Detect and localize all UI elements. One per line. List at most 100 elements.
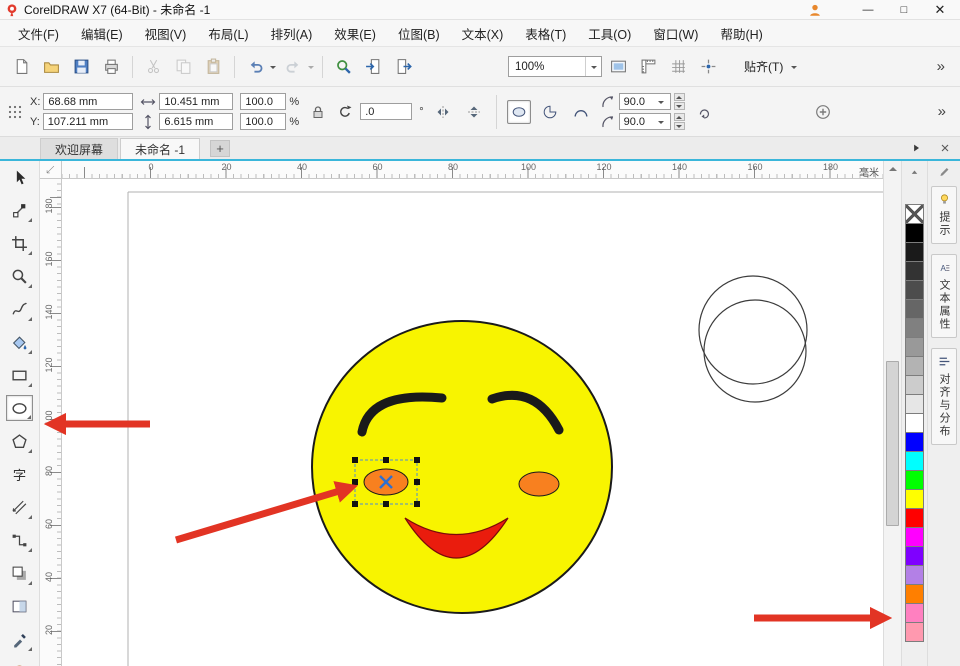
spin-up-icon[interactable] <box>674 93 685 101</box>
ellipse-tool[interactable] <box>6 395 33 421</box>
zoom-tool[interactable] <box>6 263 33 289</box>
property-bar-overflow-button[interactable]: » <box>931 103 953 120</box>
parallel-dimension-tool[interactable] <box>6 494 33 520</box>
menu-item-5[interactable]: 排列(A) <box>260 20 324 47</box>
cut-button[interactable] <box>140 53 167 80</box>
spin-up-icon[interactable] <box>674 113 685 121</box>
close-docker-icon[interactable] <box>939 142 951 154</box>
mirror-vertical-button[interactable] <box>462 100 486 124</box>
vertical-scrollbar[interactable] <box>883 161 901 666</box>
menu-item-10[interactable]: 工具(O) <box>577 20 642 47</box>
new-tab-button[interactable]: + <box>210 140 230 157</box>
color-swatch-13[interactable] <box>905 451 924 471</box>
freehand-tool[interactable] <box>6 296 33 322</box>
smart-fill-tool[interactable] <box>6 329 33 355</box>
right-cheek-ellipse[interactable] <box>519 472 559 496</box>
chevron-down-icon[interactable] <box>268 53 277 80</box>
lock-ratio-button[interactable] <box>306 100 330 124</box>
redo-button[interactable] <box>280 53 307 80</box>
scale-v-input[interactable]: 100.0 <box>240 113 286 130</box>
export-button[interactable] <box>390 53 417 80</box>
docker-tab-3[interactable]: 对齐与分布 <box>931 348 957 445</box>
spin-down-icon[interactable] <box>674 122 685 130</box>
menu-item-1[interactable]: 文件(F) <box>7 20 70 47</box>
chevron-down-icon[interactable] <box>657 94 666 109</box>
color-swatch-14[interactable] <box>905 470 924 490</box>
menu-item-3[interactable]: 视图(V) <box>134 20 198 47</box>
palette-scroll-up-icon[interactable] <box>902 167 927 178</box>
color-swatch-21[interactable] <box>905 603 924 623</box>
end-angle-input[interactable]: 90.0 <box>619 113 671 130</box>
color-swatch-3[interactable] <box>905 261 924 281</box>
end-angle-spinner[interactable] <box>674 113 685 130</box>
fullscreen-preview-button[interactable] <box>605 53 632 80</box>
color-swatch-2[interactable] <box>905 242 924 262</box>
pick-tool[interactable] <box>6 164 33 190</box>
menu-item-12[interactable]: 帮助(H) <box>709 20 773 47</box>
transparency-tool[interactable] <box>6 593 33 619</box>
color-swatch-20[interactable] <box>905 584 924 604</box>
color-swatch-10[interactable] <box>905 394 924 414</box>
snap-options-button[interactable] <box>695 53 722 80</box>
rotation-angle-input[interactable]: .0 <box>360 103 412 120</box>
selection-handle[interactable] <box>352 501 358 507</box>
change-direction-button[interactable] <box>692 100 716 124</box>
shape-tool[interactable] <box>6 197 33 223</box>
show-rulers-button[interactable] <box>635 53 662 80</box>
rectangle-tool[interactable] <box>6 362 33 388</box>
eyedropper-tool[interactable] <box>6 626 33 652</box>
connector-tool[interactable] <box>6 527 33 553</box>
outline-circle-bottom[interactable] <box>704 300 806 402</box>
color-swatch-9[interactable] <box>905 375 924 395</box>
print-button[interactable] <box>98 53 125 80</box>
y-position-input[interactable]: 107.211 mm <box>43 113 133 130</box>
menu-item-11[interactable]: 窗口(W) <box>642 20 709 47</box>
scale-h-input[interactable]: 100.0 <box>240 93 286 110</box>
color-swatch-15[interactable] <box>905 489 924 509</box>
no-color-swatch[interactable] <box>905 204 924 224</box>
docker-tab-1[interactable]: 提示 <box>931 186 957 244</box>
mirror-horizontal-button[interactable] <box>431 100 455 124</box>
selection-handle[interactable] <box>414 479 420 485</box>
document-tab-1[interactable]: 欢迎屏幕 <box>40 138 118 159</box>
menu-item-8[interactable]: 文本(X) <box>451 20 515 47</box>
expand-right-icon[interactable] <box>910 142 922 154</box>
open-button[interactable] <box>38 53 65 80</box>
color-swatch-22[interactable] <box>905 622 924 642</box>
toolbar-overflow-button[interactable]: » <box>930 58 952 75</box>
crop-tool[interactable] <box>6 230 33 256</box>
start-angle-input[interactable]: 90.0 <box>619 93 671 110</box>
color-swatch-11[interactable] <box>905 413 924 433</box>
ellipse-mode-button[interactable] <box>507 100 531 124</box>
start-angle-spinner[interactable] <box>674 93 685 110</box>
menu-item-6[interactable]: 效果(E) <box>323 20 387 47</box>
ruler-origin[interactable] <box>40 161 62 179</box>
selection-handle[interactable] <box>414 501 420 507</box>
selection-handle[interactable] <box>383 457 389 463</box>
chevron-down-icon[interactable] <box>657 114 666 129</box>
menu-item-9[interactable]: 表格(T) <box>514 20 577 47</box>
selection-handle[interactable] <box>352 457 358 463</box>
color-swatch-7[interactable] <box>905 337 924 357</box>
edit-docker-icon[interactable] <box>938 165 951 178</box>
show-grid-button[interactable] <box>665 53 692 80</box>
menu-item-7[interactable]: 位图(B) <box>387 20 451 47</box>
scroll-up-button[interactable] <box>884 161 901 177</box>
drawing-page[interactable] <box>62 179 883 666</box>
height-input[interactable]: 6.615 mm <box>159 113 233 130</box>
color-swatch-4[interactable] <box>905 280 924 300</box>
spin-down-icon[interactable] <box>674 102 685 110</box>
paste-button[interactable] <box>200 53 227 80</box>
undo-button[interactable] <box>242 53 269 80</box>
color-swatch-8[interactable] <box>905 356 924 376</box>
color-swatch-16[interactable] <box>905 508 924 528</box>
color-swatch-5[interactable] <box>905 299 924 319</box>
maximize-button[interactable]: □ <box>886 0 922 19</box>
width-input[interactable]: 10.451 mm <box>159 93 233 110</box>
search-content-button[interactable] <box>330 53 357 80</box>
menu-item-4[interactable]: 布局(L) <box>197 20 259 47</box>
minimize-button[interactable]: — <box>850 0 886 19</box>
pie-mode-button[interactable] <box>538 100 562 124</box>
docker-tab-2[interactable]: A文本属性 <box>931 254 957 338</box>
selection-handle[interactable] <box>414 457 420 463</box>
